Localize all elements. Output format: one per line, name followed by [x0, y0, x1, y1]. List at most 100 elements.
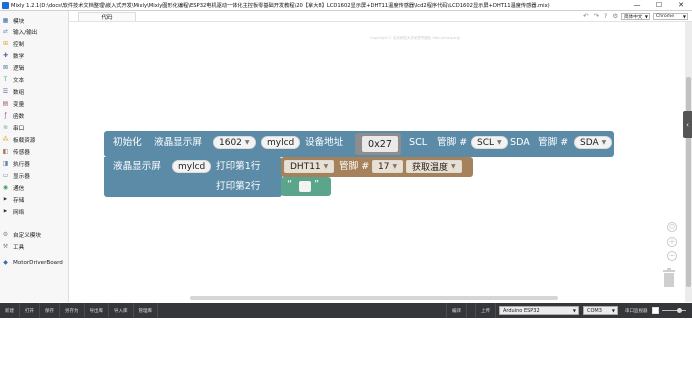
io-icon: ⇄: [2, 28, 9, 35]
import-library-button[interactable]: 导入库: [109, 303, 134, 318]
serial-icon: ≋: [2, 124, 9, 131]
minimize-button[interactable]: —: [626, 0, 648, 10]
sidebar-item-label: 输入/输出: [13, 29, 38, 36]
trash-icon[interactable]: [662, 268, 676, 288]
serial-monitor-checkbox[interactable]: [652, 307, 659, 314]
sidebar-item-10[interactable]: ⁂ 板载资源: [2, 134, 36, 145]
motor-board-icon: ◆: [3, 259, 8, 266]
dht-type-dropdown[interactable]: DHT11 ▼: [284, 160, 335, 173]
collapse-panel-button[interactable]: ‹: [683, 111, 692, 138]
sidebar-item-15[interactable]: ▶ 存储: [2, 194, 24, 205]
sidebar-item-6[interactable]: ☰ 数组: [2, 86, 24, 97]
chevron-down-icon: ▼: [451, 163, 456, 170]
text-icon: T: [3, 76, 8, 83]
chevron-down-icon: ▼: [644, 14, 648, 19]
compile-button[interactable]: 编译: [446, 303, 467, 318]
chevron-down-icon: ▼: [323, 163, 329, 170]
logic-icon: ⊠: [2, 64, 9, 71]
function-icon: ƒ: [4, 112, 7, 119]
sidebar-item-19[interactable]: ◆ MotorDriverBoard: [2, 257, 63, 268]
mixly-app-icon: [2, 1, 9, 9]
export-library-button[interactable]: 导出库: [85, 303, 109, 318]
text-input-field[interactable]: [299, 181, 311, 192]
sidebar-item-13[interactable]: ▭ 显示器: [2, 170, 30, 181]
new-button[interactable]: 新建: [0, 303, 20, 318]
toolbar-icons: ↶ ↷ ? ⚙: [583, 12, 618, 20]
close-button[interactable]: ✕: [670, 0, 692, 10]
sidebar-item-label: 工具: [13, 244, 25, 251]
code-tab[interactable]: 代码: [78, 12, 136, 21]
maximize-button[interactable]: ☐: [648, 0, 670, 10]
sidebar-item-label: 执行器: [13, 161, 30, 168]
math-icon: ✚: [2, 52, 9, 59]
variable-icon: ▤: [2, 100, 9, 107]
copyright-text: Copyright © 北京师范大学米思齐团队 http://mixly.org…: [370, 36, 461, 40]
zoom-in-icon[interactable]: +: [667, 237, 677, 247]
sidebar-item-5[interactable]: T 文本: [2, 74, 25, 85]
sda-pin-dropdown[interactable]: SDA ▼: [574, 136, 613, 149]
print-lcd-label: 液晶显示屏: [113, 161, 161, 172]
scroll-thumb[interactable]: [686, 77, 691, 287]
slider-handle[interactable]: [677, 308, 682, 313]
vertical-scrollbar[interactable]: [685, 22, 692, 302]
dht-pin-dropdown[interactable]: 17 ▼: [372, 160, 404, 173]
sidebar-item-label: 数组: [13, 89, 25, 96]
sidebar-item-label: 模块: [13, 18, 25, 25]
help-icon[interactable]: ?: [604, 12, 607, 20]
sidebar-item-7[interactable]: ▤ 变量: [2, 98, 25, 109]
chevron-down-icon: ▼: [611, 308, 615, 313]
scl-label: SCL: [409, 137, 428, 148]
print-line1-label: 打印第1行: [216, 161, 261, 172]
dht-action-dropdown[interactable]: 获取温度 ▼: [406, 160, 462, 173]
undo-icon[interactable]: ↶: [583, 12, 588, 20]
addr-field[interactable]: 0x27: [362, 136, 398, 152]
sidebar-item-3[interactable]: ✚ 数学: [2, 50, 24, 61]
chevron-down-icon: ▼: [601, 139, 607, 146]
sidebar-item-1[interactable]: ⇄ 输入/输出: [2, 26, 37, 37]
zoom-out-icon[interactable]: −: [667, 251, 677, 261]
sidebar-item-label: 逻辑: [13, 65, 25, 72]
upload-button[interactable]: 上传: [475, 303, 496, 318]
open-button[interactable]: 打开: [20, 303, 40, 318]
port-select[interactable]: COM3 ▼: [583, 306, 618, 315]
gear-icon[interactable]: ⚙: [612, 12, 618, 20]
manage-library-button[interactable]: 管理库: [134, 303, 158, 318]
print-lcd-name-field[interactable]: mylcd: [172, 160, 212, 173]
toolbox-sidebar: ▦ 模块 ⇄ 输入/输出 ⊞ 控制 ✚ 数学 ⊠ 逻辑 T 文本 ☰ 数组 ▤ 变量 ƒ 函数 ≋ 串口 ⁂ 板载资源 ◧ 传…: [0, 17, 69, 302]
sensor-icon: ◧: [2, 148, 9, 155]
zoom-reset-icon[interactable]: ⊙: [667, 222, 677, 232]
window-title: Mixly 1.2.1(D:\docs\软件技术文档整理\嵌入式开发\Mixly…: [11, 2, 550, 9]
dht-pin-label: 管脚 #: [339, 161, 370, 172]
slider-track: [662, 310, 686, 311]
chevron-left-icon: ‹: [686, 120, 689, 129]
board-select[interactable]: Arduino ESP32 ▼: [499, 306, 579, 315]
sidebar-item-11[interactable]: ◧ 传感器: [2, 146, 30, 157]
sidebar-item-label: 网络: [13, 209, 25, 216]
save-button[interactable]: 保存: [40, 303, 60, 318]
communication-icon: ◉: [2, 184, 9, 191]
sidebar-item-12[interactable]: ◨ 执行器: [2, 158, 30, 169]
horizontal-scrollbar[interactable]: [190, 296, 558, 300]
browser-select[interactable]: Chrome ▼: [653, 13, 688, 20]
init-label: 初始化: [113, 137, 142, 148]
sidebar-item-17[interactable]: ⚙ 自定义模块: [2, 229, 41, 240]
control-icon: ⊞: [2, 40, 9, 47]
sidebar-item-16[interactable]: ▶ 网络: [2, 206, 24, 217]
sidebar-item-8[interactable]: ƒ 函数: [2, 110, 24, 121]
sidebar-item-14[interactable]: ◉ 通信: [2, 182, 24, 193]
sidebar-item-0[interactable]: ▦ 模块: [2, 15, 25, 26]
save-as-button[interactable]: 另存为: [60, 303, 85, 318]
caret-right-icon: ▶: [3, 209, 8, 214]
sidebar-item-label: 串口: [13, 125, 25, 132]
sidebar-item-2[interactable]: ⊞ 控制: [2, 38, 24, 49]
sidebar-item-9[interactable]: ≋ 串口: [2, 122, 24, 133]
language-select[interactable]: 简体中文 ▼: [621, 13, 650, 20]
redo-icon[interactable]: ↷: [593, 12, 598, 20]
lcd-name-field[interactable]: mylcd: [261, 136, 301, 149]
sidebar-item-18[interactable]: ⚒ 工具: [2, 241, 24, 252]
scl-pin-dropdown[interactable]: SCL ▼: [471, 136, 508, 149]
lcd-model-dropdown[interactable]: 1602 ▼: [213, 136, 256, 149]
chevron-down-icon: ▼: [682, 14, 686, 19]
quote-close: ”: [314, 179, 320, 190]
sidebar-item-4[interactable]: ⊠ 逻辑: [2, 62, 24, 73]
